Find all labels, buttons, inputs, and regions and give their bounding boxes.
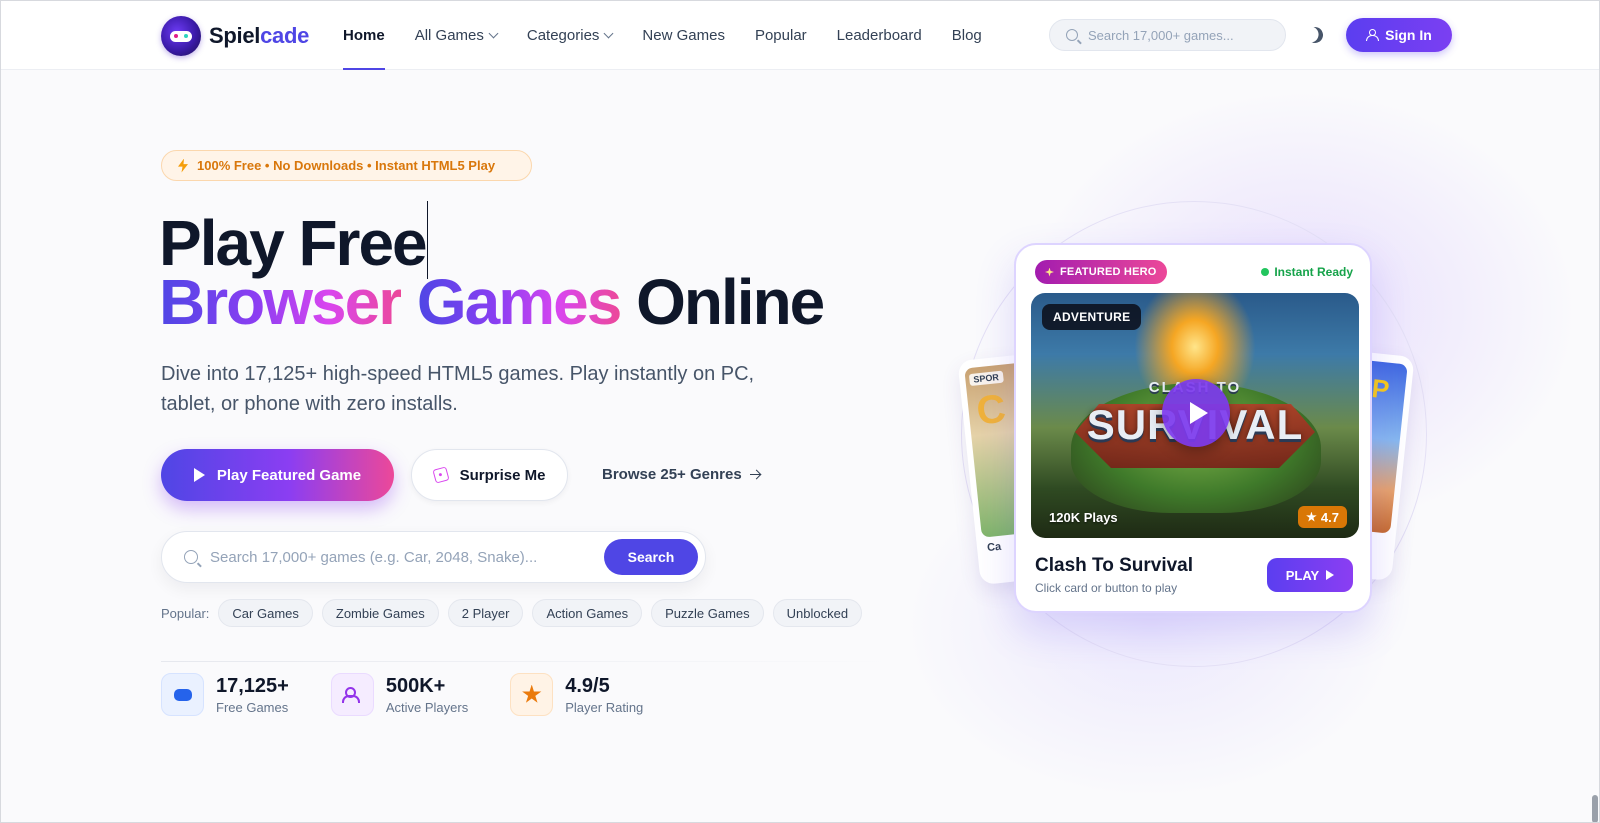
stat-value: 500K+ [385, 674, 446, 697]
chevron-down-icon [488, 28, 499, 39]
nav-item-new-games[interactable]: New Games [642, 1, 725, 70]
page: Spielcade Home All Games Categories New … [0, 0, 1600, 823]
hero-stats: 17,125+ Free Games 500K+ Active Players … [161, 673, 643, 716]
logo[interactable]: Spielcade [161, 16, 309, 56]
tag-chip[interactable]: Puzzle Games [651, 599, 764, 627]
stat-players: 500K+ Active Players [330, 673, 469, 716]
play-featured-button[interactable]: Play Featured Game [161, 449, 394, 501]
status-indicator: Instant Ready [1261, 265, 1353, 279]
play-icon [193, 468, 205, 482]
search-icon [184, 550, 198, 564]
popular-label: Popular: [161, 605, 210, 621]
genre-badge: ADVENTURE [1042, 304, 1142, 330]
users-icon [342, 686, 362, 703]
sign-in-button[interactable]: Sign In [1346, 18, 1452, 52]
chevron-down-icon [603, 28, 614, 39]
game-thumbnail[interactable]: CLASH TO SURVIVAL ADVENTURE 120K Plays 4… [1031, 293, 1359, 538]
nav-item-leaderboard[interactable]: Leaderboard [837, 1, 922, 70]
sparkle-icon [1045, 267, 1054, 277]
search-icon [1066, 29, 1078, 41]
play-overlay-button[interactable] [1162, 379, 1230, 447]
popular-tags: Popular: Car Games Zombie Games 2 Player… [161, 599, 863, 627]
nav-item-categories[interactable]: Categories [527, 1, 614, 70]
tag-chip[interactable]: Action Games [532, 599, 643, 627]
scrollbar[interactable] [1592, 795, 1598, 822]
header-search [1049, 19, 1286, 51]
arrow-right-icon [749, 473, 760, 476]
hero-badge: 100% Free • No Downloads • Instant HTML5… [161, 150, 532, 181]
lightning-icon [178, 158, 188, 173]
divider [161, 661, 901, 662]
search-button[interactable]: Search [604, 539, 698, 575]
browse-genres-link[interactable]: Browse 25+ Genres [602, 466, 760, 483]
card-play-button[interactable]: PLAY [1267, 558, 1353, 592]
hero-title-line2: Browser Games Online [159, 266, 825, 338]
nav-item-blog[interactable]: Blog [952, 1, 982, 70]
logo-icon [161, 16, 201, 56]
logo-text: Spielcade [209, 23, 310, 48]
header-search-input[interactable] [1088, 27, 1268, 43]
stat-label: Player Rating [565, 699, 644, 715]
tag-chip[interactable]: 2 Player [447, 599, 524, 627]
star-icon [1306, 511, 1317, 522]
hero-search: Search [161, 531, 706, 583]
hero-search-input[interactable] [210, 548, 600, 566]
play-icon [1326, 570, 1335, 580]
surprise-me-button[interactable]: Surprise Me [411, 449, 568, 501]
nav-item-home[interactable]: Home [343, 1, 385, 70]
game-title: Clash To Survival [1035, 555, 1194, 576]
dark-mode-toggle-icon[interactable] [1305, 25, 1326, 46]
tag-chip[interactable]: Zombie Games [321, 599, 439, 627]
stat-value: 4.9/5 [565, 674, 610, 697]
hero-subtitle: Dive into 17,125+ high-speed HTML5 games… [161, 363, 755, 415]
stat-label: Free Games [216, 699, 289, 715]
stat-games: 17,125+ Free Games [161, 673, 289, 716]
stat-rating: 4.9/5 Player Rating [510, 673, 643, 716]
user-icon [1366, 29, 1380, 41]
rating-badge: 4.7 [1297, 506, 1347, 528]
stat-value: 17,125+ [216, 674, 289, 697]
stat-label: Active Players [385, 699, 469, 715]
featured-game-card[interactable]: FEATURED HERO Instant Ready CLASH TO SUR… [1014, 243, 1372, 613]
tag-chip[interactable]: Unblocked [772, 599, 863, 627]
main-nav: Home All Games Categories New Games Popu… [343, 1, 982, 70]
star-icon [522, 684, 542, 703]
game-hint: Click card or button to play [1035, 581, 1178, 595]
site-header: Spielcade Home All Games Categories New … [1, 1, 1599, 70]
play-count: 120K Plays [1049, 510, 1118, 525]
dice-icon [431, 466, 450, 484]
status-dot [1261, 268, 1270, 276]
tag-chip[interactable]: Car Games [218, 599, 313, 627]
featured-pill: FEATURED HERO [1035, 260, 1167, 284]
gamepad-icon [173, 688, 192, 701]
nav-item-all-games[interactable]: All Games [415, 1, 499, 70]
play-icon [1189, 402, 1208, 424]
nav-item-popular[interactable]: Popular [755, 1, 807, 70]
